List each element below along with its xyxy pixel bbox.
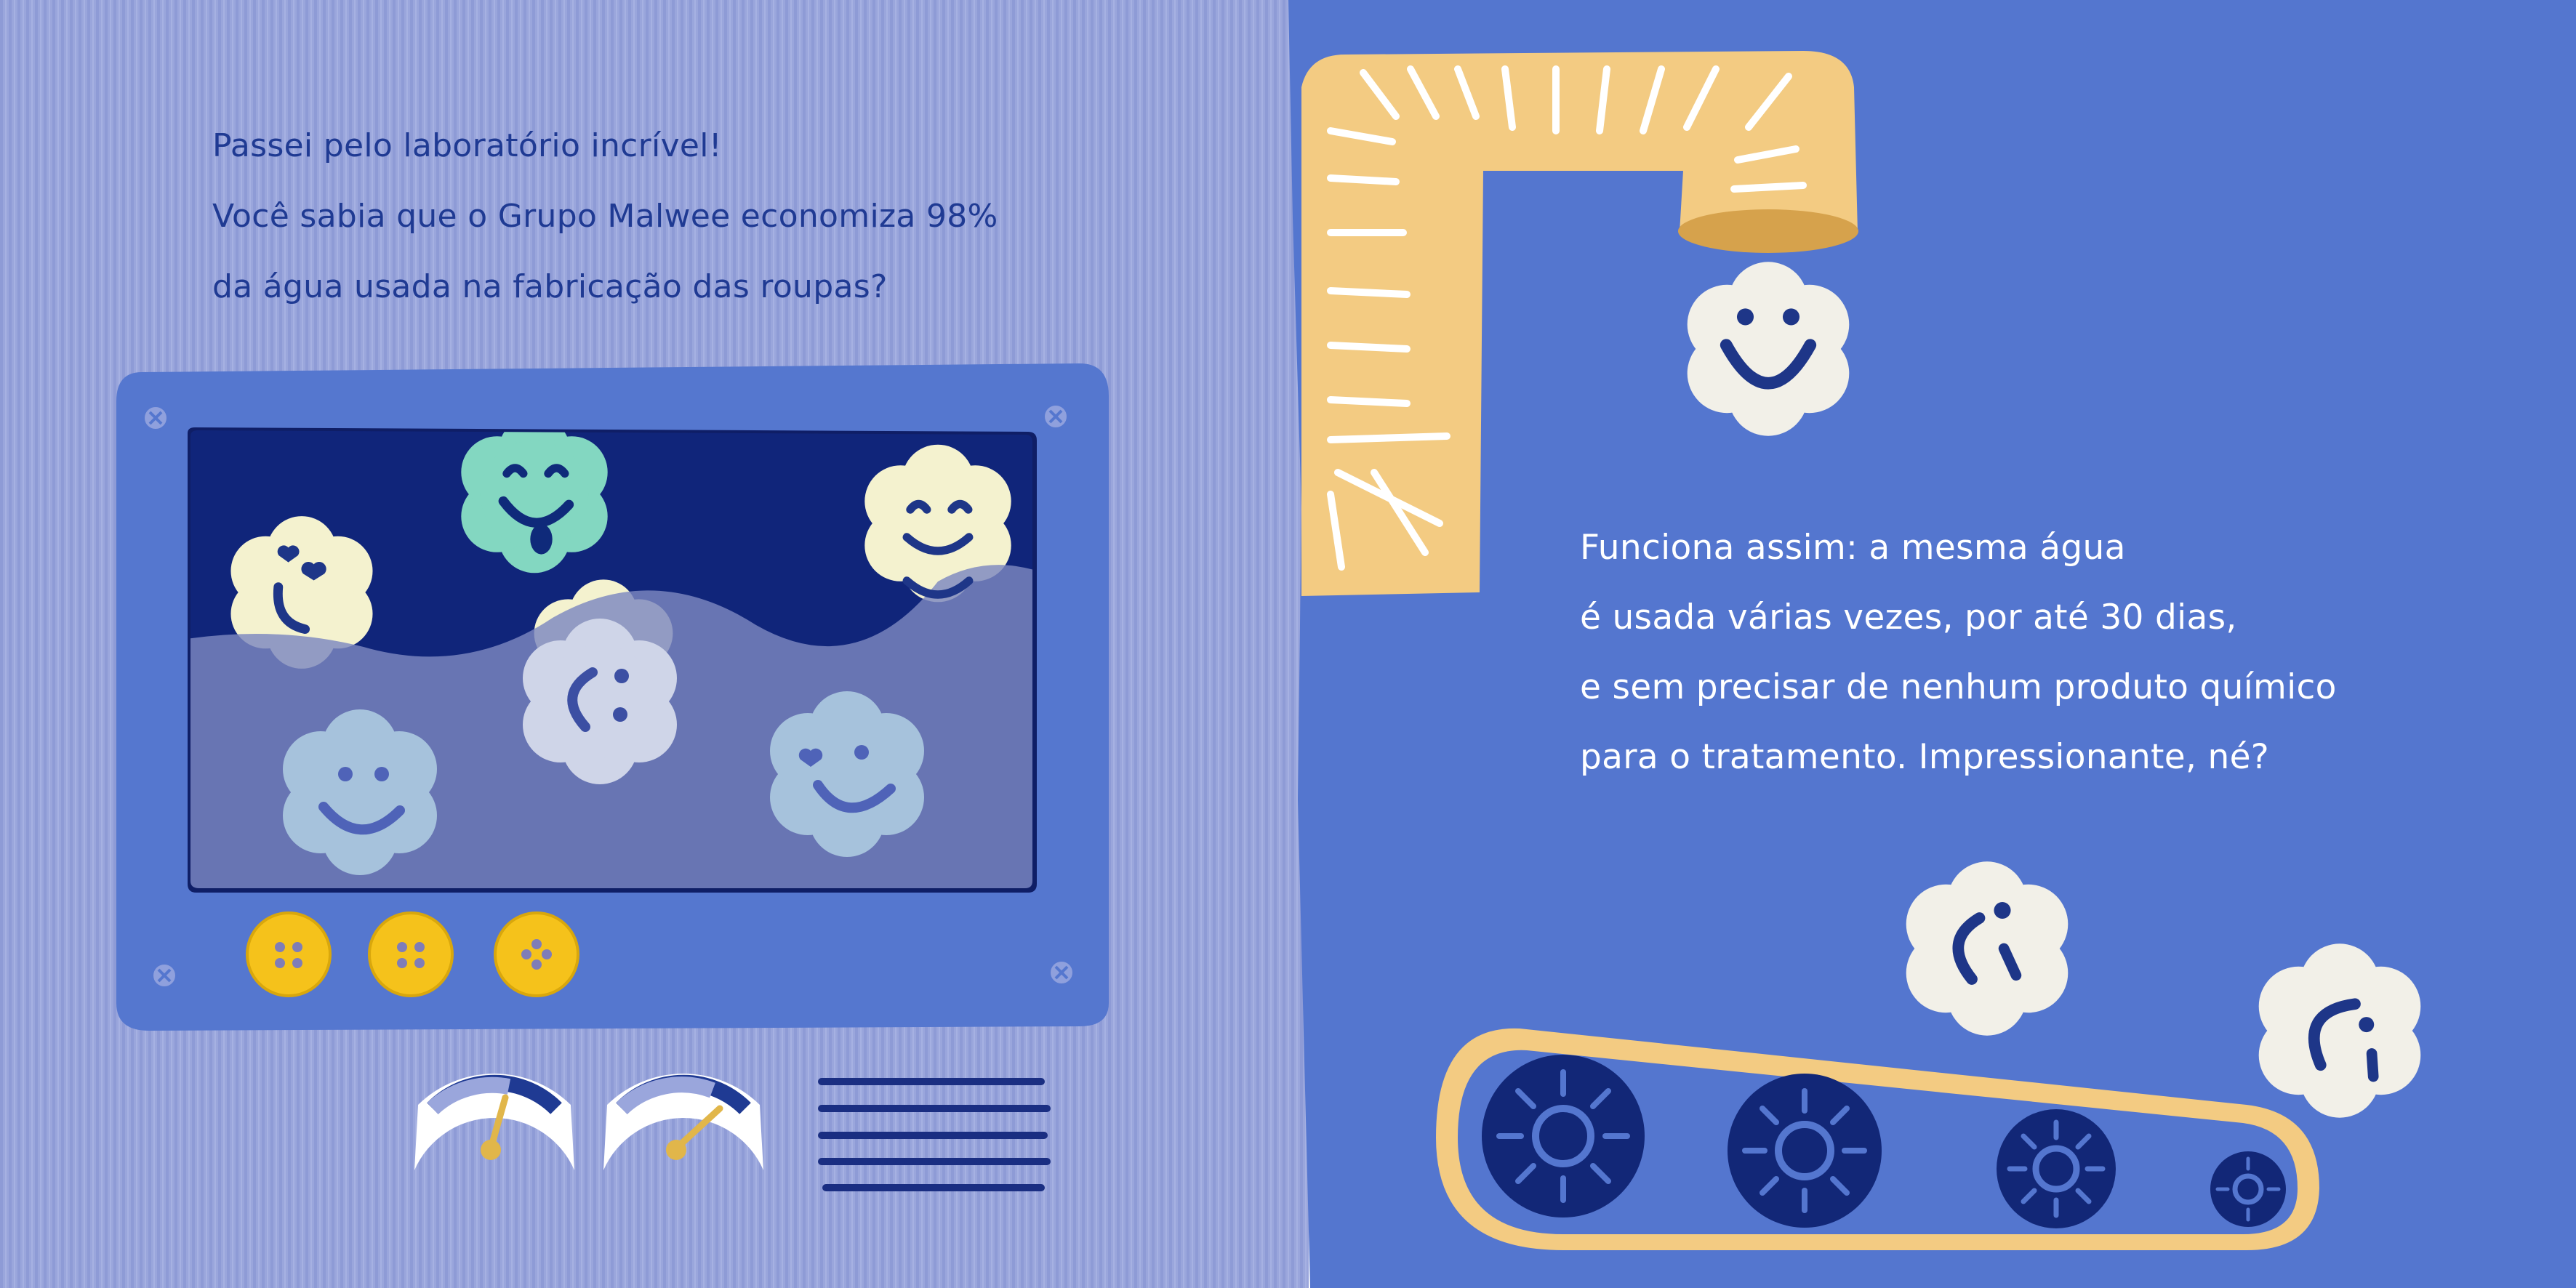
cloud-face xyxy=(461,430,608,573)
illustration-canvas xyxy=(0,0,2576,1288)
left-page xyxy=(0,0,1309,1288)
machine-button[interactable] xyxy=(246,911,332,997)
cloud-face xyxy=(283,709,437,875)
right-text-line-2: é usada várias vezes, por até 30 dias, xyxy=(1580,597,2237,637)
cloud-face xyxy=(523,619,677,784)
left-text-line-1: Passei pelo laboratório incrível! xyxy=(212,127,722,164)
gear-wheel xyxy=(1482,1055,1645,1217)
gear-wheel xyxy=(2210,1151,2286,1227)
machine-button[interactable] xyxy=(494,911,579,997)
right-text-line-4: para o tratamento. Impressionante, né? xyxy=(1580,737,2270,777)
machine-window xyxy=(188,427,1037,893)
left-text-line-2: Você sabia que o Grupo Malwee economiza … xyxy=(212,198,998,235)
left-text-line-3: da água usada na fabricação das roupas? xyxy=(212,268,888,305)
cloud-face xyxy=(1687,262,1850,436)
right-text-line-3: e sem precisar de nenhum produto químico xyxy=(1580,667,2337,707)
cloud-face xyxy=(770,691,924,857)
washing-machine xyxy=(116,363,1109,1031)
gear-wheel xyxy=(1728,1074,1882,1228)
right-text-line-1: Funciona assim: a mesma água xyxy=(1580,528,2126,568)
cloud-face xyxy=(2258,943,2421,1118)
cloud-face xyxy=(1906,861,2069,1036)
right-page xyxy=(1288,0,2576,1288)
gear-wheel xyxy=(1997,1109,2116,1228)
machine-button[interactable] xyxy=(368,911,454,997)
